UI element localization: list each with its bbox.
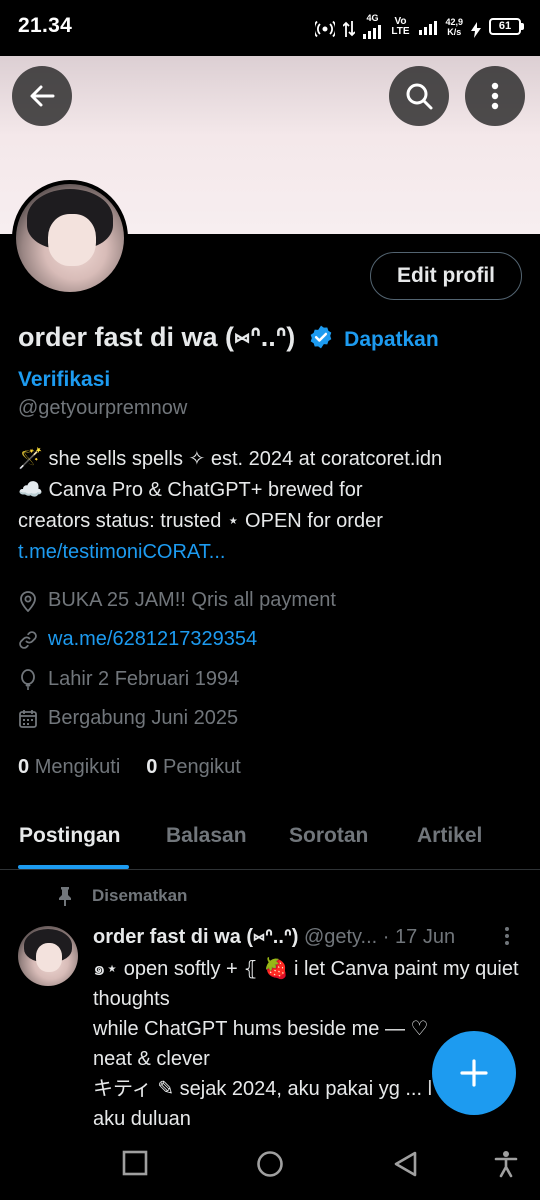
edit-profile-button[interactable]: Edit profil bbox=[370, 252, 522, 300]
calendar-icon bbox=[19, 709, 37, 728]
compose-button[interactable] bbox=[432, 1031, 516, 1115]
charging-icon bbox=[471, 16, 481, 38]
verified-badge-icon[interactable] bbox=[308, 324, 334, 350]
pinned-label: Disematkan bbox=[56, 886, 187, 906]
signal-bars-icon bbox=[363, 23, 382, 39]
home-icon[interactable] bbox=[256, 1150, 284, 1178]
post-date: · 17 Jun bbox=[382, 926, 456, 948]
back-triangle-icon[interactable] bbox=[392, 1150, 418, 1178]
compose-plus-icon bbox=[460, 1059, 488, 1087]
tab-balasan[interactable]: Balasan bbox=[166, 824, 247, 848]
post-author-handle: @gety... bbox=[303, 926, 378, 948]
bio-line: ☁️ Canva Pro & ChatGPT+ brewed for bbox=[18, 479, 363, 501]
status-icons: 4G Vo LTE 42,9 K/s 61 bbox=[315, 14, 524, 39]
followers-stat[interactable]: 0 Pengikut bbox=[146, 756, 241, 779]
active-tab-indicator bbox=[18, 865, 129, 869]
bio-line: 🪄 she sells spells ✧ est. 2024 at coratc… bbox=[18, 448, 443, 470]
battery-icon: 61 bbox=[489, 18, 524, 35]
birthday-icon bbox=[21, 668, 35, 690]
profile-bio: 🪄 she sells spells ✧ est. 2024 at coratc… bbox=[18, 444, 528, 568]
post-header: order fast di wa (⑅ᐢ..ᐢ) @gety... · 17 J… bbox=[93, 924, 455, 949]
post-author-avatar[interactable] bbox=[18, 926, 78, 986]
tab-sorotan[interactable]: Sorotan bbox=[289, 824, 368, 848]
signal-bars-2-icon bbox=[419, 19, 438, 35]
link-icon bbox=[19, 630, 37, 649]
tab-postingan[interactable]: Postingan bbox=[19, 824, 121, 848]
follow-stats: 0 Mengikuti 0 Pengikut bbox=[18, 756, 241, 779]
bio-line: creators status: trusted ⋆ OPEN for orde… bbox=[18, 510, 383, 563]
profile-handle: @getyourpremnow bbox=[18, 397, 188, 419]
tab-artikel[interactable]: Artikel bbox=[417, 824, 482, 848]
more-vertical-icon bbox=[491, 82, 499, 110]
get-verified-link-line2[interactable]: Verifikasi bbox=[18, 368, 110, 391]
back-arrow-icon bbox=[30, 85, 55, 107]
profile-location: BUKA 25 JAM!! Qris all payment bbox=[18, 589, 336, 612]
get-verified-link[interactable]: Dapatkan bbox=[344, 328, 439, 351]
more-options-button[interactable] bbox=[465, 66, 525, 126]
post-author-name[interactable]: order fast di wa (⑅ᐢ..ᐢ) bbox=[93, 926, 298, 948]
following-stat[interactable]: 0 Mengikuti bbox=[18, 756, 120, 779]
display-name: order fast di wa (⑅ᐢ..ᐢ) bbox=[18, 322, 296, 352]
back-button[interactable] bbox=[12, 66, 72, 126]
location-icon bbox=[20, 590, 36, 612]
recent-apps-icon[interactable] bbox=[122, 1150, 148, 1176]
post-more-button[interactable] bbox=[504, 926, 510, 951]
profile-joined: Bergabung Juni 2025 bbox=[18, 707, 238, 730]
search-icon bbox=[406, 83, 433, 110]
profile-birthdate: Lahir 2 Februari 1994 bbox=[18, 668, 239, 691]
profile-website: wa.me/6281217329354 bbox=[18, 628, 257, 651]
more-vertical-icon bbox=[505, 927, 509, 945]
signal-4g: 4G bbox=[363, 14, 382, 39]
profile-tabs: Postingan Balasan Sorotan Artikel bbox=[0, 810, 540, 870]
hotspot-icon bbox=[315, 16, 336, 38]
accessibility-icon[interactable] bbox=[494, 1150, 518, 1178]
network-speed: 42,9 K/s bbox=[445, 16, 463, 37]
website-link[interactable]: wa.me/6281217329354 bbox=[48, 628, 257, 651]
profile-avatar[interactable] bbox=[12, 180, 128, 296]
bio-telegram-link[interactable]: t.me/testimoniCORAT... bbox=[18, 541, 225, 563]
search-button[interactable] bbox=[389, 66, 449, 126]
system-nav-bar bbox=[0, 1130, 540, 1200]
profile-name-row: order fast di wa (⑅ᐢ..ᐢ) Dapatkan Verifi… bbox=[18, 318, 528, 401]
data-transfer-icon bbox=[343, 16, 356, 38]
pin-icon bbox=[59, 887, 71, 906]
status-bar: 21.34 4G Vo LTE 42,9 K/s 61 bbox=[0, 0, 540, 56]
volte-label: Vo LTE bbox=[391, 15, 410, 37]
status-time: 21.34 bbox=[18, 14, 73, 37]
